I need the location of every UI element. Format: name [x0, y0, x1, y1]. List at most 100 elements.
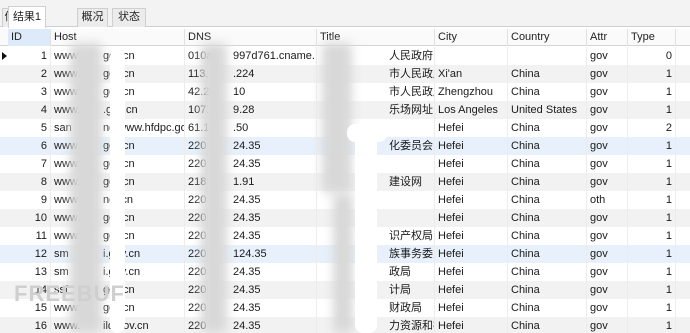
cell-attr[interactable]: gov — [587, 47, 628, 65]
cell-type[interactable]: 1 — [628, 83, 676, 101]
cell-country[interactable]: China — [508, 263, 587, 281]
cell-attr[interactable]: gov — [587, 101, 628, 119]
cell-type[interactable]: 1 — [628, 263, 676, 281]
cell-attr[interactable]: gov — [587, 227, 628, 245]
row-indicator[interactable] — [0, 281, 8, 299]
cell-type[interactable]: 1 — [628, 299, 676, 317]
cell-attr[interactable]: gov — [587, 65, 628, 83]
cell-city[interactable]: Hefei — [435, 173, 508, 191]
cell-type[interactable]: 1 — [628, 317, 676, 333]
cell-city[interactable]: Hefei — [435, 155, 508, 173]
row-indicator[interactable] — [0, 317, 8, 333]
cell-attr[interactable]: gov — [587, 263, 628, 281]
column-header-country[interactable]: Country — [508, 29, 587, 46]
cell-id[interactable]: 10 — [8, 209, 51, 227]
column-header-id[interactable]: ID — [8, 29, 51, 46]
column-header-city[interactable]: City — [435, 29, 508, 46]
cell-country[interactable]: China — [508, 119, 587, 137]
cell-type[interactable]: 1 — [628, 173, 676, 191]
cell-id[interactable]: 16 — [8, 317, 51, 333]
cell-city[interactable]: Hefei — [435, 299, 508, 317]
cell-type[interactable]: 1 — [628, 209, 676, 227]
cell-id[interactable]: 11 — [8, 227, 51, 245]
cell-country[interactable] — [508, 47, 587, 65]
cell-attr[interactable]: gov — [587, 173, 628, 191]
cell-country[interactable]: United States — [508, 101, 587, 119]
cell-id[interactable]: 3 — [8, 83, 51, 101]
cell-country[interactable]: China — [508, 317, 587, 333]
cell-attr[interactable]: gov — [587, 245, 628, 263]
cell-type[interactable]: 1 — [628, 155, 676, 173]
cell-city[interactable]: Zhengzhou — [435, 83, 508, 101]
cell-id[interactable]: 13 — [8, 263, 51, 281]
row-indicator[interactable] — [0, 47, 8, 65]
cell-attr[interactable]: gov — [587, 299, 628, 317]
cell-type[interactable]: 1 — [628, 65, 676, 83]
cell-city[interactable]: Hefei — [435, 119, 508, 137]
cell-attr[interactable]: gov — [587, 317, 628, 333]
cell-type[interactable]: 0 — [628, 47, 676, 65]
cell-city[interactable]: Hefei — [435, 317, 508, 333]
row-indicator[interactable] — [0, 65, 8, 83]
cell-country[interactable]: China — [508, 191, 587, 209]
row-indicator[interactable] — [0, 173, 8, 191]
row-indicator[interactable] — [0, 299, 8, 317]
cell-id[interactable]: 8 — [8, 173, 51, 191]
row-indicator[interactable] — [0, 101, 8, 119]
cell-type[interactable]: 1 — [628, 191, 676, 209]
cell-city[interactable]: Hefei — [435, 227, 508, 245]
tab-status[interactable]: 状态 — [112, 8, 146, 27]
cell-type[interactable]: 1 — [628, 227, 676, 245]
cell-id[interactable]: 2 — [8, 65, 51, 83]
cell-id[interactable]: 5 — [8, 119, 51, 137]
cell-city[interactable]: Xi'an — [435, 65, 508, 83]
cell-type[interactable]: 1 — [628, 245, 676, 263]
cell-country[interactable]: China — [508, 65, 587, 83]
cell-country[interactable]: China — [508, 281, 587, 299]
row-indicator[interactable] — [0, 137, 8, 155]
cell-city[interactable]: Hefei — [435, 281, 508, 299]
column-header-type[interactable]: Type — [628, 29, 676, 46]
cell-city[interactable]: Hefei — [435, 263, 508, 281]
cell-id[interactable]: 12 — [8, 245, 51, 263]
cell-attr[interactable]: gov — [587, 83, 628, 101]
cell-attr[interactable]: gov — [587, 209, 628, 227]
cell-attr[interactable]: gov — [587, 281, 628, 299]
cell-attr[interactable]: gov — [587, 119, 628, 137]
cell-id[interactable]: 4 — [8, 101, 51, 119]
cell-city[interactable]: Hefei — [435, 137, 508, 155]
cell-country[interactable]: China — [508, 299, 587, 317]
row-indicator[interactable] — [0, 245, 8, 263]
cell-attr[interactable]: oth — [587, 191, 628, 209]
cell-id[interactable]: 1 — [8, 47, 51, 65]
cell-attr[interactable]: gov — [587, 137, 628, 155]
row-indicator[interactable] — [0, 227, 8, 245]
cell-id[interactable]: 7 — [8, 155, 51, 173]
cell-country[interactable]: China — [508, 209, 587, 227]
row-indicator[interactable] — [0, 155, 8, 173]
tab-result-1[interactable]: 结果1 — [8, 6, 46, 28]
column-header-attr[interactable]: Attr — [587, 29, 628, 46]
cell-city[interactable]: Hefei — [435, 209, 508, 227]
cell-city[interactable]: Hefei — [435, 245, 508, 263]
cell-country[interactable]: China — [508, 155, 587, 173]
cell-country[interactable]: China — [508, 137, 587, 155]
cell-country[interactable]: China — [508, 173, 587, 191]
cell-country[interactable]: China — [508, 245, 587, 263]
cell-country[interactable]: China — [508, 227, 587, 245]
row-indicator[interactable] — [0, 119, 8, 137]
row-indicator[interactable] — [0, 209, 8, 227]
cell-type[interactable]: 1 — [628, 137, 676, 155]
cell-city[interactable]: Los Angeles — [435, 101, 508, 119]
column-header-host[interactable]: Host — [51, 29, 185, 46]
cell-type[interactable]: 1 — [628, 281, 676, 299]
cell-attr[interactable]: gov — [587, 155, 628, 173]
cell-country[interactable]: China — [508, 83, 587, 101]
row-indicator[interactable] — [0, 191, 8, 209]
cell-city[interactable] — [435, 47, 508, 65]
cell-type[interactable]: 1 — [628, 101, 676, 119]
cell-type[interactable]: 2 — [628, 119, 676, 137]
row-indicator[interactable] — [0, 263, 8, 281]
tab-overview[interactable]: 概况 — [77, 8, 108, 27]
cell-id[interactable]: 6 — [8, 137, 51, 155]
